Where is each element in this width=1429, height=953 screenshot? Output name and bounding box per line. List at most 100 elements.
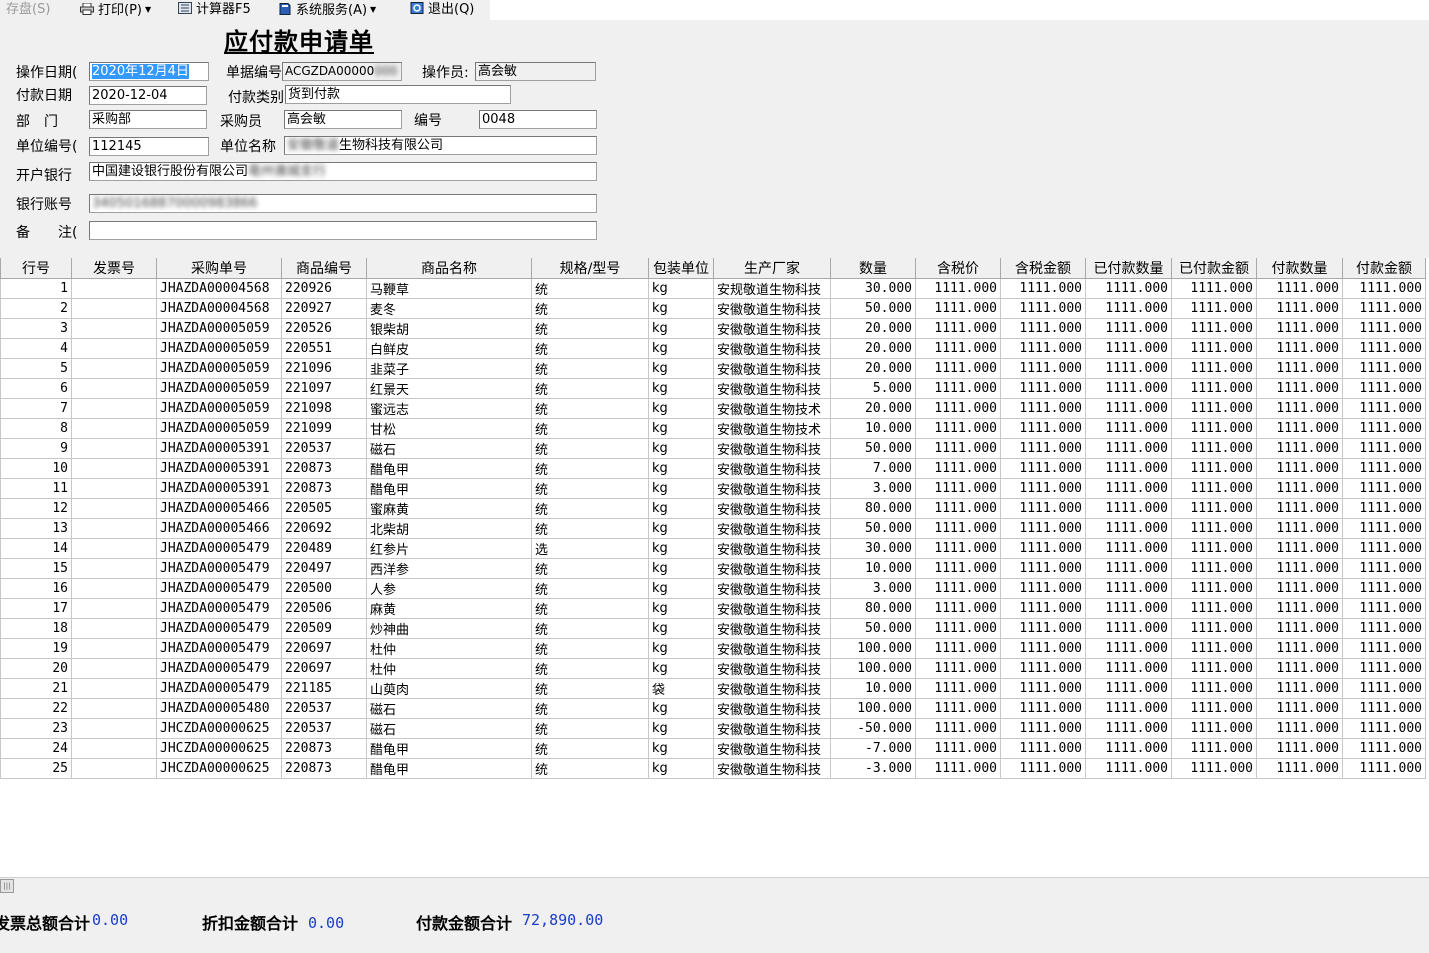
table-cell[interactable]: 1111.000 xyxy=(1000,418,1086,439)
column-header[interactable]: 包装单位 xyxy=(648,258,714,279)
table-cell[interactable]: 1111.000 xyxy=(1342,378,1426,399)
table-cell[interactable]: 1111.000 xyxy=(1000,578,1086,599)
table-cell[interactable]: 10.000 xyxy=(830,418,916,439)
table-cell[interactable]: 1111.000 xyxy=(1256,498,1343,519)
table-cell[interactable]: 杜仲 xyxy=(366,638,532,659)
column-header[interactable]: 数量 xyxy=(830,258,916,279)
table-cell[interactable]: 1111.000 xyxy=(915,638,1001,659)
table-cell[interactable]: 麻黄 xyxy=(366,598,532,619)
table-cell[interactable]: 3.000 xyxy=(830,478,916,499)
dept-field[interactable]: 采购部 xyxy=(89,110,207,129)
table-cell[interactable]: 20.000 xyxy=(830,358,916,379)
table-cell[interactable]: 安徽敬道生物科技 xyxy=(713,458,831,479)
table-cell[interactable]: JHAZDA00005059 xyxy=(156,358,282,379)
table-cell[interactable]: 1111.000 xyxy=(1256,418,1343,439)
table-cell[interactable]: 统 xyxy=(531,698,649,719)
table-cell[interactable]: kg xyxy=(648,458,714,479)
table-cell[interactable]: 1111.000 xyxy=(1085,618,1172,639)
table-row[interactable]: 23 JHCZDA00000625 220537 磁石统 kg 安徽敬道生物科技 -50.0… xyxy=(0,718,1426,739)
table-cell[interactable]: 统 xyxy=(531,658,649,679)
table-cell[interactable] xyxy=(71,698,157,719)
table-cell[interactable]: 21 xyxy=(0,678,72,699)
table-cell[interactable]: kg xyxy=(648,538,714,559)
table-row[interactable]: 24 JHCZDA00000625 220873 醋龟甲统 kg 安徽敬道生物科技 -7.0… xyxy=(0,738,1426,759)
table-cell[interactable]: 220500 xyxy=(281,578,367,599)
unit-name-field[interactable]: 安徽敬道生物科技有限公司 xyxy=(284,136,597,155)
table-cell[interactable]: 1111.000 xyxy=(1171,758,1257,779)
table-cell[interactable]: 磁石 xyxy=(366,718,532,739)
table-cell[interactable]: 1111.000 xyxy=(1085,378,1172,399)
table-cell[interactable]: 1111.000 xyxy=(1085,738,1172,759)
table-cell[interactable]: 1111.000 xyxy=(915,398,1001,419)
table-cell[interactable] xyxy=(71,718,157,739)
table-cell[interactable]: 安徽敬道生物技术 xyxy=(713,418,831,439)
table-cell[interactable]: 100.000 xyxy=(830,698,916,719)
table-cell[interactable]: 统 xyxy=(531,358,649,379)
pay-type-field[interactable]: 货到付款 xyxy=(285,85,511,104)
table-cell[interactable]: 220873 xyxy=(281,478,367,499)
table-cell[interactable]: kg xyxy=(648,598,714,619)
table-cell[interactable]: 30.000 xyxy=(830,538,916,559)
table-cell[interactable]: 1111.000 xyxy=(915,738,1001,759)
table-cell[interactable]: 安徽敬道生物科技 xyxy=(713,738,831,759)
table-row[interactable]: 3 JHAZDA00005059 220526 银柴胡统 kg 安徽敬道生物科技 20.00… xyxy=(0,318,1426,339)
table-cell[interactable]: 1111.000 xyxy=(1085,598,1172,619)
table-cell[interactable]: 1111.000 xyxy=(1342,518,1426,539)
table-cell[interactable]: 1111.000 xyxy=(915,618,1001,639)
pay-date-field[interactable]: 2020-12-04 xyxy=(89,86,207,105)
table-cell[interactable]: 1111.000 xyxy=(1256,398,1343,419)
table-cell[interactable]: 220927 xyxy=(281,298,367,319)
table-cell[interactable]: 1111.000 xyxy=(1256,638,1343,659)
table-cell[interactable]: 14 xyxy=(0,538,72,559)
table-cell[interactable]: 50.000 xyxy=(830,438,916,459)
exit-menu[interactable]: 退出(Q) xyxy=(410,1,474,19)
table-cell[interactable]: kg xyxy=(648,338,714,359)
table-cell[interactable]: 杜仲 xyxy=(366,658,532,679)
table-cell[interactable]: 统 xyxy=(531,478,649,499)
table-cell[interactable]: 20.000 xyxy=(830,318,916,339)
table-cell[interactable]: 1111.000 xyxy=(1342,318,1426,339)
column-header[interactable]: 含税金额 xyxy=(1000,258,1086,279)
table-cell[interactable]: kg xyxy=(648,498,714,519)
column-header[interactable]: 规格/型号 xyxy=(531,258,649,279)
table-cell[interactable]: JHAZDA00005059 xyxy=(156,398,282,419)
table-row[interactable]: 20 JHAZDA00005479 220697 杜仲统 kg 安徽敬道生物科技 100.0… xyxy=(0,658,1426,679)
table-cell[interactable]: 1111.000 xyxy=(1085,338,1172,359)
table-cell[interactable]: 1111.000 xyxy=(1171,738,1257,759)
table-cell[interactable]: 1111.000 xyxy=(915,338,1001,359)
table-cell[interactable]: 1111.000 xyxy=(1256,318,1343,339)
table-cell[interactable]: 1111.000 xyxy=(915,578,1001,599)
table-cell[interactable]: 3 xyxy=(0,318,72,339)
account-field[interactable]: 34050168870000983866 xyxy=(89,194,597,213)
table-cell[interactable]: 220497 xyxy=(281,558,367,579)
table-cell[interactable]: 1111.000 xyxy=(1342,678,1426,699)
table-cell[interactable]: 安规敬道生物科技 xyxy=(713,278,831,299)
table-cell[interactable]: 安徽敬道生物技术 xyxy=(713,398,831,419)
table-cell[interactable]: 221096 xyxy=(281,358,367,379)
table-cell[interactable]: 1111.000 xyxy=(1342,598,1426,619)
table-cell[interactable] xyxy=(71,558,157,579)
table-cell[interactable] xyxy=(71,538,157,559)
table-cell[interactable] xyxy=(71,598,157,619)
table-cell[interactable]: JHAZDA00005391 xyxy=(156,458,282,479)
table-cell[interactable]: 1111.000 xyxy=(1342,458,1426,479)
unit-code-field[interactable]: 112145 xyxy=(89,137,209,156)
table-cell[interactable]: 10 xyxy=(0,458,72,479)
table-cell[interactable]: 1111.000 xyxy=(1256,618,1343,639)
table-cell[interactable]: 16 xyxy=(0,578,72,599)
table-cell[interactable]: 1111.000 xyxy=(1085,758,1172,779)
table-cell[interactable]: 1111.000 xyxy=(1171,538,1257,559)
table-cell[interactable]: 1111.000 xyxy=(1000,358,1086,379)
table-cell[interactable]: 安徽敬道生物科技 xyxy=(713,638,831,659)
table-cell[interactable]: 1111.000 xyxy=(1171,278,1257,299)
table-row[interactable]: 5 JHAZDA00005059 221096 韭菜子统 kg 安徽敬道生物科技 20.00… xyxy=(0,358,1426,379)
table-cell[interactable]: 19 xyxy=(0,638,72,659)
column-header[interactable]: 已付款数量 xyxy=(1085,258,1172,279)
table-cell[interactable]: 醋龟甲 xyxy=(366,478,532,499)
table-row[interactable]: 19 JHAZDA00005479 220697 杜仲统 kg 安徽敬道生物科技 100.0… xyxy=(0,638,1426,659)
table-cell[interactable]: 炒神曲 xyxy=(366,618,532,639)
table-cell[interactable]: 1111.000 xyxy=(1256,458,1343,479)
table-cell[interactable]: 统 xyxy=(531,678,649,699)
table-row[interactable]: 7 JHAZDA00005059 221098 蜜远志统 kg 安徽敬道生物技术 20.00… xyxy=(0,398,1426,419)
table-cell[interactable]: 银柴胡 xyxy=(366,318,532,339)
